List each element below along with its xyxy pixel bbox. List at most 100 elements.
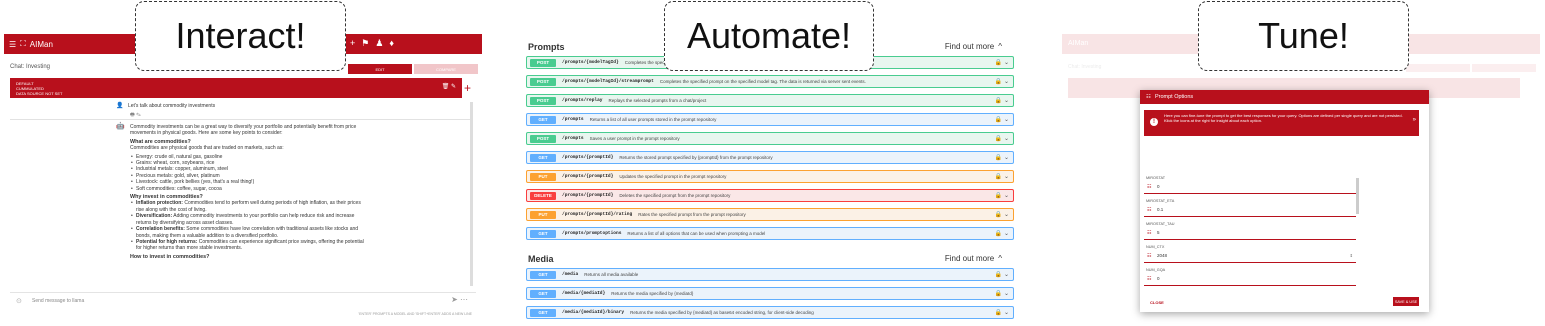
endpoint-description: Completes the specified prompt on the sp… (659, 79, 866, 84)
options-icon: ☷ (1147, 207, 1152, 213)
lock-chevron-icon[interactable]: 🔒 ⌄ (995, 78, 1009, 85)
lock-chevron-icon[interactable]: 🔒 ⌄ (995, 173, 1009, 180)
endpoint-description: Replays the selected prompts from a chat… (608, 98, 707, 103)
dialog-scrollbar[interactable] (1356, 178, 1359, 214)
chevron-up-icon[interactable]: ^ (998, 254, 1002, 263)
endpoint-description: Returns all media available (584, 272, 639, 277)
scrollbar[interactable] (470, 102, 473, 286)
option-field[interactable]: MIROSTAT_TAU ☷ 5 (1144, 222, 1356, 240)
method-badge: POST (530, 96, 556, 105)
field-value[interactable]: 5 (1157, 230, 1160, 235)
endpoint-path: /prompts (562, 136, 584, 141)
save-use-button[interactable]: SAVE & USE (1393, 297, 1419, 306)
card-actions[interactable]: 🗑 ✎ (442, 84, 456, 90)
list-item-title: Potential for high returns: (136, 238, 198, 245)
endpoint-row[interactable]: GET/prompts Returns a list of all user pr… (526, 113, 1014, 126)
endpoint-row[interactable]: POST/prompts/{modelTagId}/streamprompt Co… (526, 75, 1014, 88)
bell-icon[interactable]: ♟ (375, 38, 383, 49)
endpoint-row[interactable]: POST/prompts Saves a user prompt in the p… (526, 132, 1014, 145)
endpoint-row[interactable]: PUT/prompts/{promptId}/rating Rates the s… (526, 208, 1014, 221)
send-icon[interactable]: ➤ ⋯ (451, 295, 468, 304)
endpoint-path: /prompts/{promptId} (562, 193, 614, 198)
find-out-more-label[interactable]: Find out more (945, 42, 994, 51)
find-out-more-label[interactable]: Find out more (945, 254, 994, 263)
chevron-up-icon[interactable]: ^ (998, 42, 1002, 51)
option-field[interactable]: NUM_GQA ☷ 0 (1144, 268, 1356, 286)
list-item: Inflation protection: Commodities tend t… (130, 200, 370, 213)
lock-chevron-icon[interactable]: 🔒 ⌄ (995, 290, 1009, 297)
bulb-icon[interactable]: ♦ (389, 38, 394, 49)
section-prompts: Prompts (528, 42, 565, 52)
conversation: 👤 Let's talk about commodity investments… (10, 100, 476, 290)
field-label: MIROSTAT_ETA (1146, 199, 1175, 203)
lock-chevron-icon[interactable]: 🔒 ⌄ (995, 135, 1009, 142)
lock-chevron-icon[interactable]: 🔒 ⌄ (995, 59, 1009, 66)
endpoint-row[interactable]: GET/media Returns all media available 🔒 ⌄ (526, 268, 1014, 281)
endpoint-description: Deletes the specified prompt from the pr… (619, 193, 731, 198)
close-button[interactable]: CLOSE (1150, 300, 1164, 305)
find-out-more-media[interactable]: Find out more ^ (941, 254, 1002, 263)
endpoint-path: /prompts (562, 117, 584, 122)
method-badge: POST (530, 58, 556, 67)
list-item-title: Diversification: (136, 213, 173, 220)
stepper-icon[interactable]: ⇕ (1350, 253, 1353, 258)
lock-chevron-icon[interactable]: 🔒 ⌄ (995, 230, 1009, 237)
field-label: MIROSTAT_TAU (1146, 222, 1175, 226)
tab-compare[interactable]: COMPARE (414, 64, 478, 74)
para-1: Commodities are physical goods that are … (130, 145, 284, 152)
lock-chevron-icon[interactable]: 🔒 ⌄ (995, 309, 1009, 316)
endpoint-row[interactable]: GET/media/{mediaId} Returns the media spe… (526, 287, 1014, 300)
reasons-list: Inflation protection: Commodities tend t… (130, 200, 370, 251)
game-icon[interactable]: ⚑ (361, 38, 369, 49)
method-badge: POST (530, 134, 556, 143)
prompt-options-dialog: ☷ Prompt Options ! Here you can fine-tun… (1140, 90, 1429, 312)
option-field[interactable]: MIROSTAT ☷ 0 (1144, 176, 1356, 194)
model-card[interactable]: DEFAULT CUMMULATED DATA SOURCE NOT SET 🗑… (10, 78, 462, 98)
chat-panel: ☰ ⛶ AIMan + ⚑ ♟ ♦ Chat: Investing EDIT C… (4, 34, 482, 326)
find-out-more-prompts[interactable]: Find out more ^ (941, 42, 1002, 51)
app-title: AIMan (29, 39, 53, 49)
endpoint-row[interactable]: PUT/prompts/{promptId} Updates the specif… (526, 170, 1014, 183)
field-value[interactable]: 0 (1157, 276, 1160, 281)
field-value[interactable]: 0.1 (1157, 207, 1163, 212)
option-field[interactable]: MIROSTAT_ETA ☷ 0.1 (1144, 199, 1356, 217)
method-badge: GET (530, 270, 556, 279)
lock-chevron-icon[interactable]: 🔒 ⌄ (995, 271, 1009, 278)
list-item-title: Correlation benefits: (136, 226, 185, 233)
endpoint-description: Updates the specified prompt in the prom… (619, 174, 727, 179)
divider (10, 119, 470, 120)
add-card-icon[interactable]: + (464, 81, 471, 95)
options-icon: ☷ (1146, 94, 1151, 100)
chat-title: Chat: Investing (10, 64, 51, 70)
endpoint-row[interactable]: GET/prompts/promptoptions Returns a list … (526, 227, 1014, 240)
endpoint-description: Returns the media specified by {mediaId} (611, 291, 694, 296)
endpoint-path: /prompts/{promptId}/rating (562, 212, 633, 217)
lock-chevron-icon[interactable]: 🔒 ⌄ (995, 211, 1009, 218)
field-value[interactable]: 0 (1157, 184, 1160, 189)
endpoint-path: /prompts/{promptId} (562, 155, 614, 160)
lock-chevron-icon[interactable]: 🔒 ⌄ (995, 116, 1009, 123)
lock-chevron-icon[interactable]: 🔒 ⌄ (995, 97, 1009, 104)
message-input[interactable]: Send message to llama (32, 298, 84, 304)
method-badge: GET (530, 308, 556, 317)
assistant-message: Commodity investments can be a great way… (130, 124, 370, 260)
method-badge: GET (530, 153, 556, 162)
tab-edit[interactable]: EDIT (348, 64, 412, 74)
endpoint-row[interactable]: DELETE/prompts/{promptId} Deletes the spe… (526, 189, 1014, 202)
endpoint-row[interactable]: GET/prompts/{promptId} Returns the stored… (526, 151, 1014, 164)
attach-icon[interactable]: ⊙ (16, 297, 22, 305)
menu-icon[interactable]: ☰ (9, 40, 16, 49)
chevron-double-icon[interactable]: » (1413, 117, 1416, 123)
endpoint-row[interactable]: POST/prompts/replay Replays the selected … (526, 94, 1014, 107)
option-field[interactable]: NUM_CTX ☷ 2048 ⇕ (1144, 245, 1356, 263)
lock-chevron-icon[interactable]: 🔒 ⌄ (995, 192, 1009, 199)
endpoint-row[interactable]: GET/media/{mediaId}/binary Returns the me… (526, 306, 1014, 319)
method-badge: DELETE (530, 191, 556, 200)
message-tools[interactable]: 🖶 ✎ (130, 112, 141, 118)
message-input-bar[interactable]: ⊙ Send message to llama ➤ ⋯ (10, 292, 476, 308)
field-value[interactable]: 2048 (1157, 253, 1167, 258)
method-badge: GET (530, 115, 556, 124)
add-icon[interactable]: + (350, 38, 355, 49)
lock-chevron-icon[interactable]: 🔒 ⌄ (995, 154, 1009, 161)
heading-3: How to invest in commodities? (130, 253, 210, 260)
